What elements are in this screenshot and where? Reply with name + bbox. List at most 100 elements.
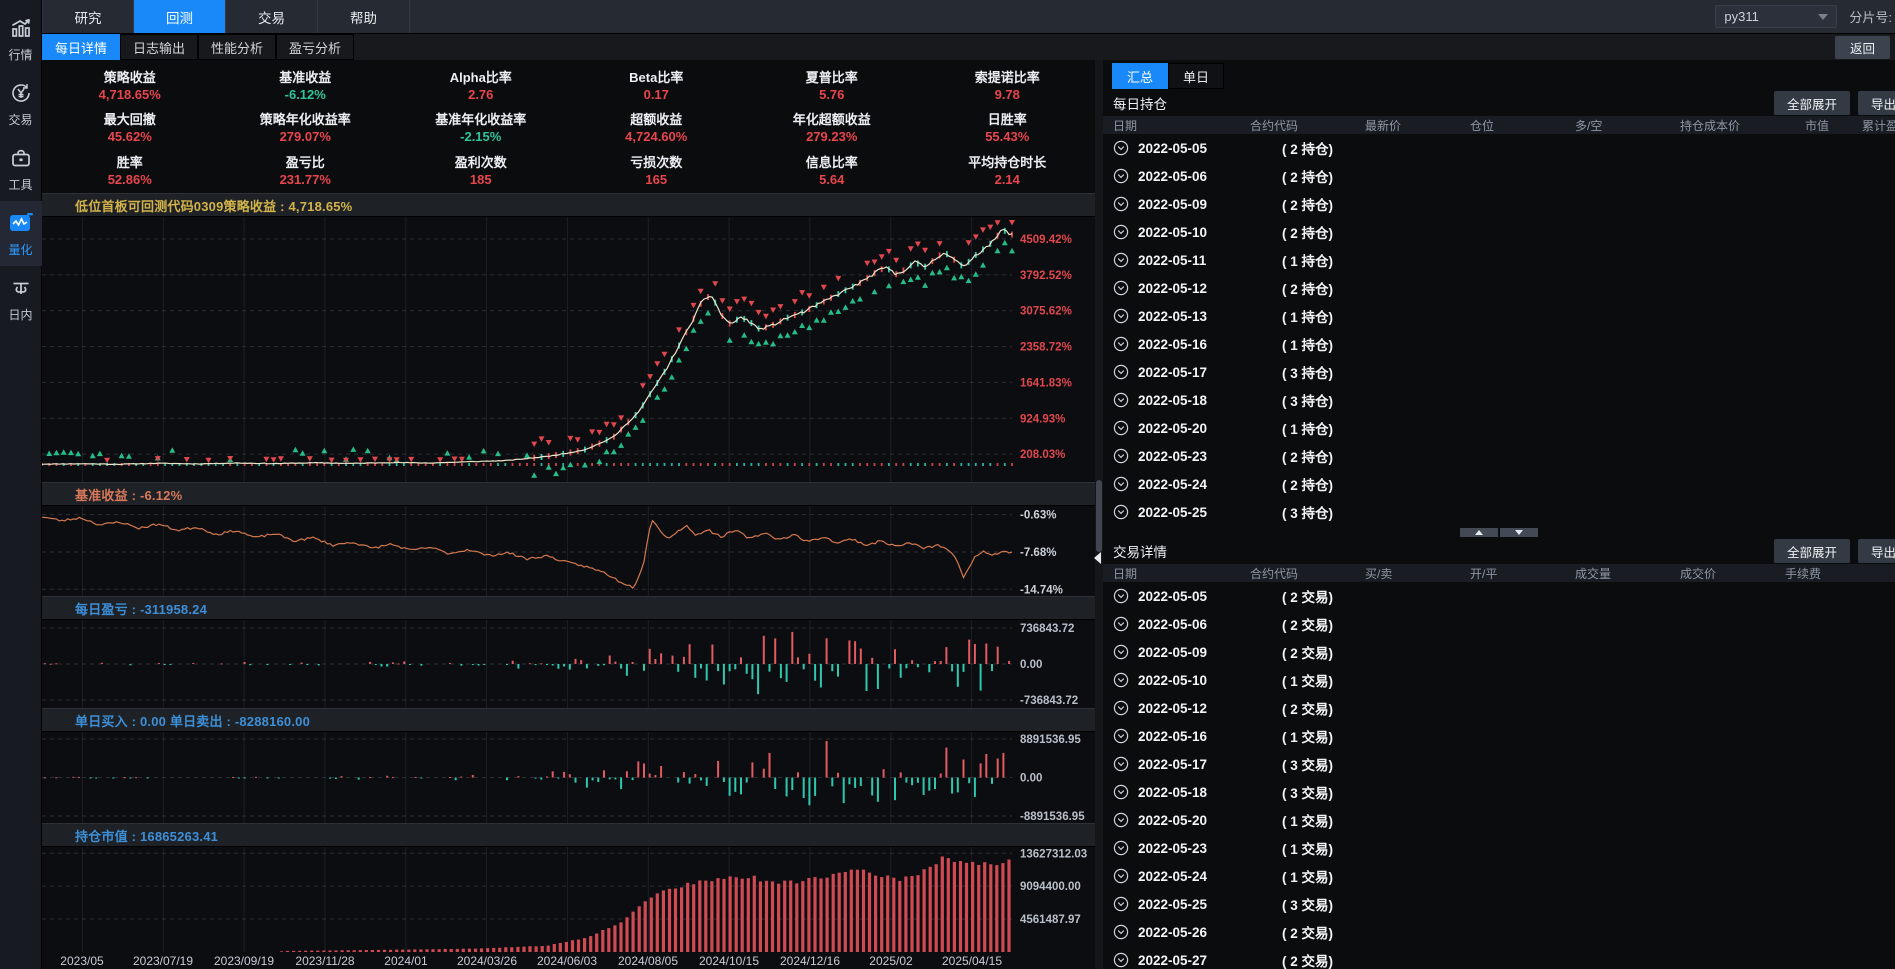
menu-item-回测[interactable]: 回测 <box>134 0 226 33</box>
stat-年化超额收益: 年化超额收益279.23% <box>744 106 920 149</box>
tab-性能分析[interactable]: 性能分析 <box>198 34 276 60</box>
stat-label: 索提诺比率 <box>975 67 1040 86</box>
expand-circle-icon[interactable] <box>1113 756 1129 772</box>
expand-circle-icon[interactable] <box>1113 588 1129 604</box>
stat-value: 4,718.65% <box>99 87 161 102</box>
trade-row[interactable]: 2022-05-10( 1 交易) <box>1103 666 1895 694</box>
tab-单日[interactable]: 单日 <box>1168 63 1224 89</box>
expand-circle-icon[interactable] <box>1113 140 1129 156</box>
benchmark-plot[interactable]: -0.63%-7.68%-14.74% <box>42 506 1095 596</box>
position-row[interactable]: 2022-05-11( 1 持仓) <box>1103 246 1895 274</box>
positions-expand-all-button[interactable]: 全部展开 <box>1774 91 1850 115</box>
svg-text:4561487.97: 4561487.97 <box>1020 914 1081 926</box>
trade-row[interactable]: 2022-05-17( 3 交易) <box>1103 750 1895 778</box>
expand-circle-icon[interactable] <box>1113 168 1129 184</box>
tab-日志输出[interactable]: 日志输出 <box>120 34 198 60</box>
position-value-plot[interactable]: 13627312.039094400.004561487.97 <box>42 847 1095 952</box>
trade-row[interactable]: 2022-05-26( 2 交易) <box>1103 918 1895 946</box>
back-button[interactable]: 返回 <box>1835 36 1890 59</box>
tab-盈亏分析[interactable]: 盈亏分析 <box>276 34 354 60</box>
expand-circle-icon[interactable] <box>1113 616 1129 632</box>
vertical-scrollbar[interactable] <box>1095 60 1103 969</box>
expand-circle-icon[interactable] <box>1113 364 1129 380</box>
position-row[interactable]: 2022-05-13( 1 持仓) <box>1103 302 1895 330</box>
strategy-equity-plot[interactable]: 4509.42%3792.52%3075.62%2358.72%1641.83%… <box>42 217 1095 482</box>
trade-row[interactable]: 2022-05-24( 1 交易) <box>1103 862 1895 890</box>
trade-row[interactable]: 2022-05-23( 1 交易) <box>1103 834 1895 862</box>
column-header-合约代码: 合约代码 <box>1250 565 1365 582</box>
expand-circle-icon[interactable] <box>1113 868 1129 884</box>
sidebar-item-日内[interactable]: 日内 <box>0 266 42 331</box>
trade-row[interactable]: 2022-05-27( 2 交易) <box>1103 946 1895 969</box>
svg-text:2358.72%: 2358.72% <box>1020 342 1072 354</box>
trade-row[interactable]: 2022-05-05( 2 交易) <box>1103 582 1895 610</box>
stat-value: 2.76 <box>468 87 493 102</box>
position-row[interactable]: 2022-05-06( 2 持仓) <box>1103 162 1895 190</box>
position-row[interactable]: 2022-05-12( 2 持仓) <box>1103 274 1895 302</box>
expand-circle-icon[interactable] <box>1113 952 1129 968</box>
position-row[interactable]: 2022-05-18( 3 持仓) <box>1103 386 1895 414</box>
trade-row[interactable]: 2022-05-25( 3 交易) <box>1103 890 1895 918</box>
stat-label: Alpha比率 <box>450 67 512 86</box>
expand-circle-icon[interactable] <box>1113 196 1129 212</box>
tab-每日详情[interactable]: 每日详情 <box>42 34 120 60</box>
sidebar-item-量化[interactable]: 量化 <box>0 201 42 266</box>
trade-row[interactable]: 2022-05-06( 2 交易) <box>1103 610 1895 638</box>
trade-row[interactable]: 2022-05-12( 2 交易) <box>1103 694 1895 722</box>
expand-circle-icon[interactable] <box>1113 280 1129 296</box>
scrollbar-thumb[interactable] <box>1096 480 1102 552</box>
trade-row[interactable]: 2022-05-18( 3 交易) <box>1103 778 1895 806</box>
expand-circle-icon[interactable] <box>1113 448 1129 464</box>
expand-circle-icon[interactable] <box>1113 896 1129 912</box>
menu-item-交易[interactable]: 交易 <box>226 0 318 33</box>
position-row[interactable]: 2022-05-20( 1 持仓) <box>1103 414 1895 442</box>
expand-circle-icon[interactable] <box>1113 700 1129 716</box>
position-row[interactable]: 2022-05-17( 3 持仓) <box>1103 358 1895 386</box>
expand-circle-icon[interactable] <box>1113 252 1129 268</box>
tab-汇总[interactable]: 汇总 <box>1112 63 1168 89</box>
expand-circle-icon[interactable] <box>1113 812 1129 828</box>
position-row[interactable]: 2022-05-24( 2 持仓) <box>1103 470 1895 498</box>
menu-item-研究[interactable]: 研究 <box>42 0 134 33</box>
sidebar-item-行情[interactable]: 行情 <box>0 6 42 71</box>
expand-circle-icon[interactable] <box>1113 728 1129 744</box>
expand-circle-icon[interactable] <box>1113 840 1129 856</box>
trade-row[interactable]: 2022-05-09( 2 交易) <box>1103 638 1895 666</box>
expand-circle-icon[interactable] <box>1113 644 1129 660</box>
expand-circle-icon[interactable] <box>1113 672 1129 688</box>
position-row[interactable]: 2022-05-05( 2 持仓) <box>1103 134 1895 162</box>
position-row[interactable]: 2022-05-23( 2 持仓) <box>1103 442 1895 470</box>
svg-text:208.03%: 208.03% <box>1020 449 1065 461</box>
expand-circle-icon[interactable] <box>1113 392 1129 408</box>
expand-circle-icon[interactable] <box>1113 420 1129 436</box>
daily-pnl-plot[interactable]: 736843.720.00-736843.72 <box>42 620 1095 708</box>
expand-circle-icon[interactable] <box>1113 784 1129 800</box>
daily-buy-sell-plot[interactable]: 8891536.950.00-8891536.95 <box>42 732 1095 823</box>
position-row[interactable]: 2022-05-09( 2 持仓) <box>1103 190 1895 218</box>
position-row[interactable]: 2022-05-10( 2 持仓) <box>1103 218 1895 246</box>
trades-export-button[interactable]: 导出 <box>1858 539 1895 563</box>
trades-expand-all-button[interactable]: 全部展开 <box>1774 539 1850 563</box>
sidebar-item-工具[interactable]: 工具 <box>0 136 42 201</box>
panel-collapse-icon[interactable] <box>1094 552 1101 564</box>
positions-export-button[interactable]: 导出 <box>1858 91 1895 115</box>
expand-circle-icon[interactable] <box>1113 504 1129 520</box>
expand-circle-icon[interactable] <box>1113 308 1129 324</box>
python-env-select[interactable]: py311 <box>1715 5 1837 28</box>
trade-row[interactable]: 2022-05-20( 1 交易) <box>1103 806 1895 834</box>
trade-row[interactable]: 2022-05-16( 1 交易) <box>1103 722 1895 750</box>
scroll-down-button[interactable] <box>1500 528 1538 537</box>
sidebar-item-交易[interactable]: 交易 <box>0 71 42 136</box>
row-count-badge: ( 3 交易) <box>1282 894 1333 914</box>
expand-circle-icon[interactable] <box>1113 924 1129 940</box>
expand-circle-icon[interactable] <box>1113 336 1129 352</box>
x-axis-tick-label: 2024/10/15 <box>699 954 759 968</box>
position-row[interactable]: 2022-05-25( 3 持仓) <box>1103 498 1895 526</box>
expand-circle-icon[interactable] <box>1113 224 1129 240</box>
stat-索提诺比率: 索提诺比率9.78 <box>920 63 1096 106</box>
menu-item-帮助[interactable]: 帮助 <box>318 0 410 33</box>
position-row[interactable]: 2022-05-16( 1 持仓) <box>1103 330 1895 358</box>
stat-日胜率: 日胜率55.43% <box>920 106 1096 149</box>
expand-circle-icon[interactable] <box>1113 476 1129 492</box>
scroll-up-button[interactable] <box>1460 528 1498 537</box>
